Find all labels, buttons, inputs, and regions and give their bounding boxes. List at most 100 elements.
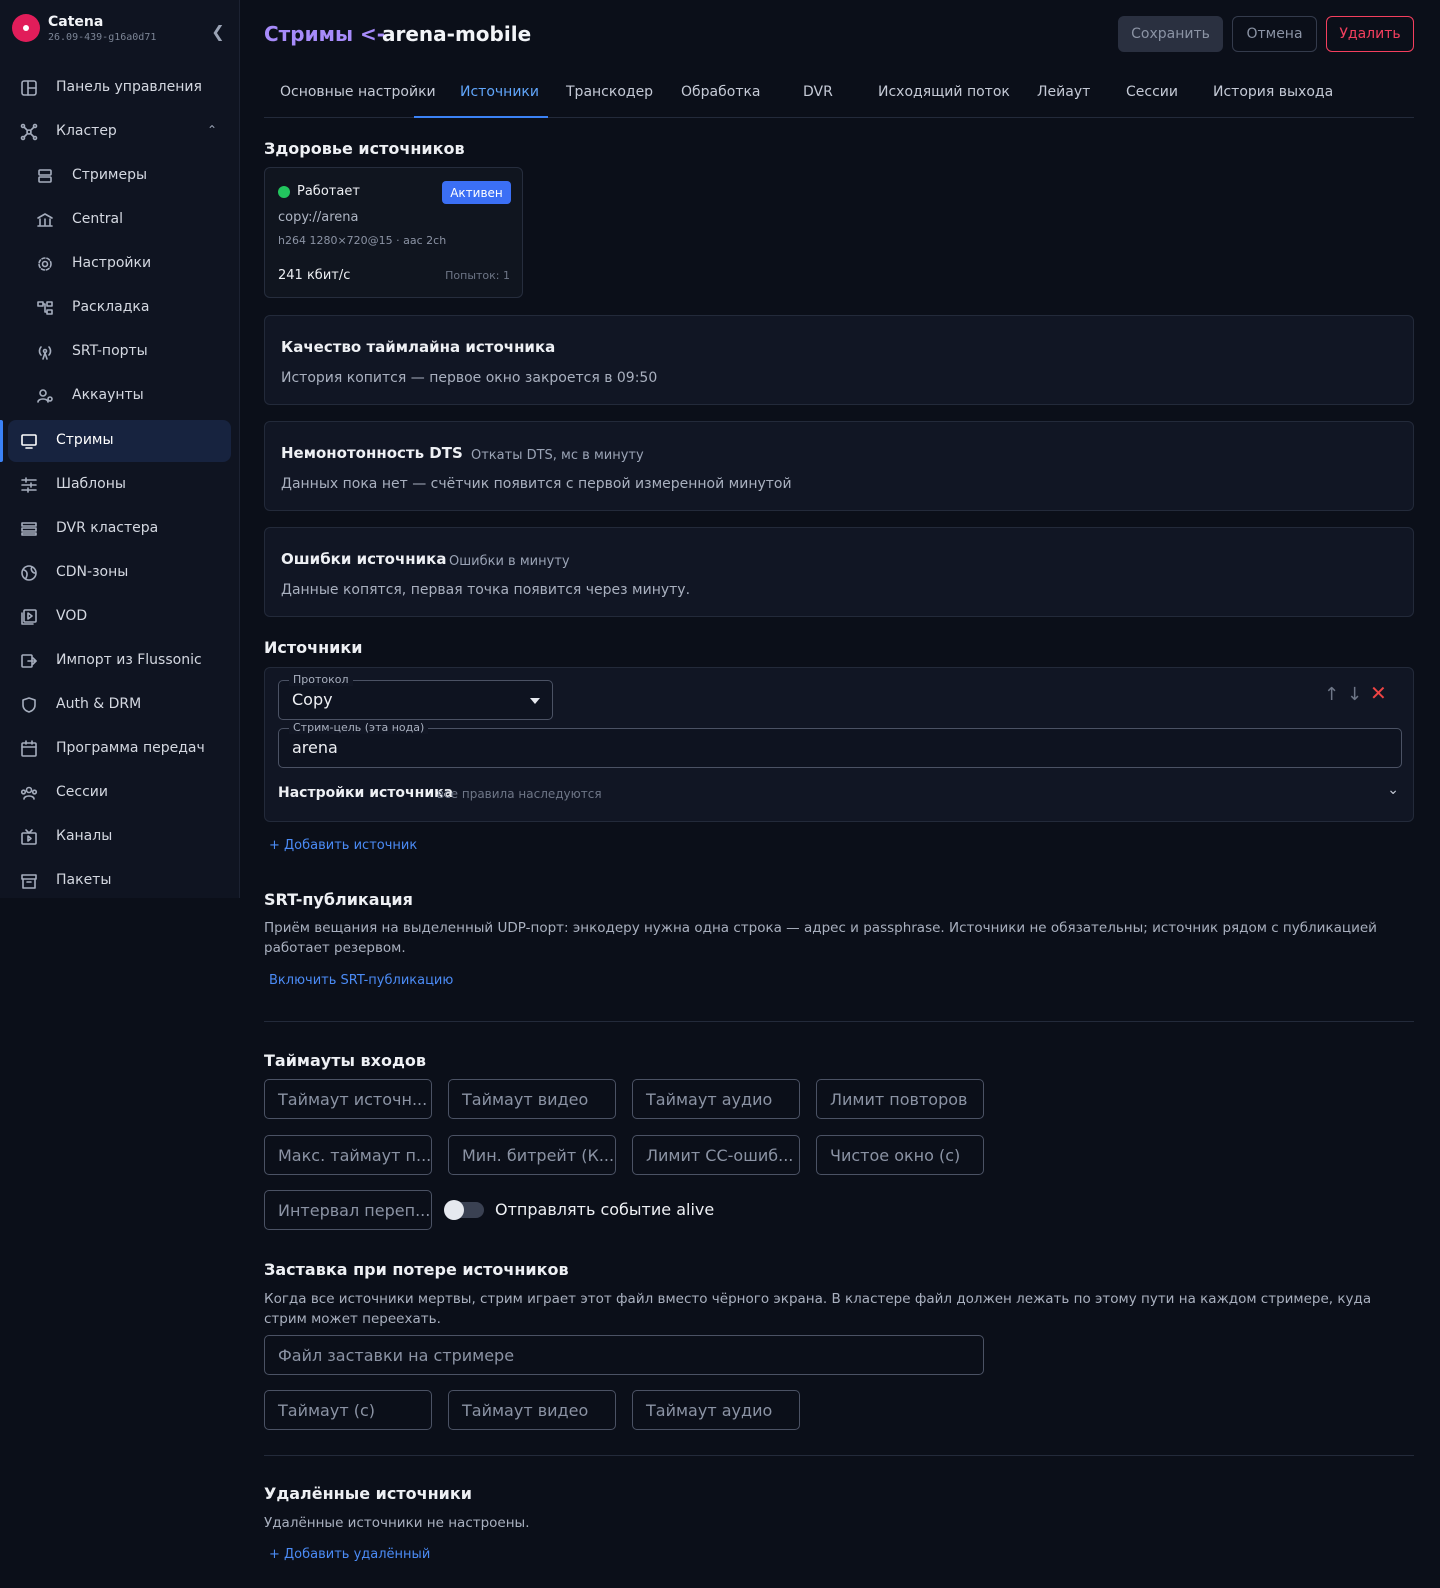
video-library-icon <box>20 608 38 626</box>
sidebar-item-flussonic-import[interactable]: Импорт из Flussonic <box>8 640 231 682</box>
sidebar-item-streams[interactable]: Стримы <box>8 420 231 462</box>
panel-title: Немонотонность DTS <box>281 444 463 462</box>
source-url: copy://arena <box>278 210 359 225</box>
sidebar-item-label: Сессии <box>56 784 108 800</box>
sidebar-item-cluster-dvr[interactable]: DVR кластера <box>8 508 231 550</box>
cancel-button[interactable]: Отмена <box>1232 16 1317 52</box>
globe-icon <box>20 564 38 582</box>
chevron-down-icon[interactable]: ⌄ <box>1387 782 1399 798</box>
tab-dvr[interactable]: DVR <box>803 84 833 118</box>
save-button[interactable]: Сохранить <box>1118 16 1223 52</box>
sidebar-item-cdn-zones[interactable]: CDN-зоны <box>8 552 231 594</box>
list-icon <box>20 520 38 538</box>
remote-sources-description: Удалённые источники не настроены. <box>264 1515 530 1531</box>
tab-general[interactable]: Основные настройки <box>280 84 436 118</box>
collapse-sidebar-icon[interactable]: ❮ <box>208 22 228 42</box>
sidebar-item-label: Auth & DRM <box>56 696 142 712</box>
target-stream-input[interactable]: Стрим-цель (эта нода) arena <box>278 721 1402 768</box>
tab-transcoder[interactable]: Транскодер <box>566 84 653 118</box>
sidebar-item-vod[interactable]: VOD <box>8 596 231 638</box>
sidebar-item-label: Стримы <box>56 432 114 448</box>
page-title: arena-mobile <box>382 22 532 46</box>
sidebar-item-label: Кластер <box>56 123 117 139</box>
dashboard-icon <box>20 79 38 97</box>
source-settings-toggle[interactable]: Настройки источника <box>278 785 453 801</box>
sidebar-item-layout[interactable]: Раскладка <box>8 287 231 329</box>
gear-icon <box>36 255 54 273</box>
status-dot <box>278 186 290 198</box>
shield-icon <box>20 696 38 714</box>
tab-layout[interactable]: Лейаут <box>1037 84 1090 118</box>
chevron-up-icon[interactable]: ⌃ <box>207 123 217 137</box>
add-remote-link[interactable]: + Добавить удалённый <box>269 1547 430 1562</box>
alive-event-toggle[interactable] <box>444 1200 484 1220</box>
alive-event-label: Отправлять событие alive <box>495 1200 715 1219</box>
user-gear-icon <box>36 387 54 405</box>
breadcrumb-streams[interactable]: Стримы <- <box>264 22 385 46</box>
sidebar-item-central[interactable]: Central <box>8 199 231 241</box>
health-title: Здоровье источников <box>264 139 465 158</box>
calendar-icon <box>20 740 38 758</box>
clean-window-input[interactable]: Чистое окно (с) <box>816 1135 984 1175</box>
sidebar-item-label: Каналы <box>56 828 113 844</box>
sidebar-item-epg[interactable]: Программа передач <box>8 728 231 770</box>
min-bitrate-input[interactable]: Мин. битрейт (К... <box>448 1135 616 1175</box>
archive-icon <box>20 872 38 890</box>
sidebar-item-sessions[interactable]: Сессии <box>8 772 231 814</box>
dts-panel: Немонотонность DTS Откаты DTS, мс в мину… <box>264 421 1414 511</box>
brand-logo <box>12 14 40 42</box>
sidebar-item-packages[interactable]: Пакеты <box>8 860 231 902</box>
protocol-select[interactable]: Протокол Copy <box>278 673 553 720</box>
status-badge: Активен <box>442 181 511 204</box>
add-source-link[interactable]: + Добавить источник <box>269 838 417 853</box>
tab-sessions[interactable]: Сессии <box>1126 84 1178 118</box>
cc-error-limit-input[interactable]: Лимит CC-ошиб... <box>632 1135 800 1175</box>
source-timeout-input[interactable]: Таймаут источн... <box>264 1079 432 1119</box>
arrow-up-icon[interactable]: ↑ <box>1324 684 1339 705</box>
brand-version: 26.09-439-g16a0d71 <box>48 32 157 43</box>
sidebar-item-accounts[interactable]: Аккаунты <box>8 375 231 417</box>
enable-srt-link[interactable]: Включить SRT-публикацию <box>269 973 453 988</box>
tab-sources[interactable]: Источники <box>460 84 539 118</box>
sidebar-item-srt-ports[interactable]: SRT-порты <box>8 331 231 373</box>
tab-output-history[interactable]: История выхода <box>1213 84 1333 118</box>
sidebar-item-streamers[interactable]: Стримеры <box>8 155 231 197</box>
arrow-down-icon[interactable]: ↓ <box>1347 684 1362 705</box>
splash-video-timeout-input[interactable]: Таймаут видео <box>448 1390 616 1430</box>
tab-processing[interactable]: Обработка <box>681 84 761 118</box>
delete-button[interactable]: Удалить <box>1326 16 1414 52</box>
splash-timeout-input[interactable]: Таймаут (с) <box>264 1390 432 1430</box>
sidebar-item-channels[interactable]: Каналы <box>8 816 231 858</box>
audio-timeout-input[interactable]: Таймаут аудио <box>632 1079 800 1119</box>
active-tab-indicator <box>414 116 548 118</box>
sources-title: Источники <box>264 638 363 657</box>
video-timeout-input[interactable]: Таймаут видео <box>448 1079 616 1119</box>
divider <box>264 1455 1414 1456</box>
monitor-icon <box>20 432 38 450</box>
close-icon[interactable]: ✕ <box>1370 681 1387 705</box>
brand[interactable]: Catena 26.09-439-g16a0d71 ❮ <box>12 14 228 46</box>
sliders-icon <box>20 476 38 494</box>
source-tries: Попыток: 1 <box>445 269 510 282</box>
sidebar-item-dashboard[interactable]: Панель управления <box>8 67 231 109</box>
sidebar-item-settings[interactable]: Настройки <box>8 243 231 285</box>
max-timeout-input[interactable]: Макс. таймаут п... <box>264 1135 432 1175</box>
reconnect-interval-input[interactable]: Интервал переп... <box>264 1190 432 1230</box>
panel-text: Данных пока нет — счётчик появится с пер… <box>281 476 792 492</box>
sidebar-item-templates[interactable]: Шаблоны <box>8 464 231 506</box>
splash-file-input[interactable]: Файл заставки на стримере <box>264 1335 984 1375</box>
brand-name: Catena <box>48 14 104 30</box>
users-icon <box>20 784 38 802</box>
sidebar: Catena 26.09-439-g16a0d71 ❮ Панель управ… <box>0 0 240 898</box>
divider <box>264 1021 1414 1022</box>
source-health-card: Работает Активен copy://arena h264 1280×… <box>264 167 523 298</box>
srt-title: SRT-публикация <box>264 890 413 909</box>
server-icon <box>36 167 54 185</box>
splash-audio-timeout-input[interactable]: Таймаут аудио <box>632 1390 800 1430</box>
target-label: Стрим-цель (эта нода) <box>289 721 429 734</box>
sidebar-item-auth-drm[interactable]: Auth & DRM <box>8 684 231 726</box>
tab-output[interactable]: Исходящий поток <box>878 84 1010 118</box>
retry-limit-input[interactable]: Лимит повторов <box>816 1079 984 1119</box>
sidebar-item-label: Настройки <box>72 255 152 271</box>
sidebar-item-cluster[interactable]: Кластер ⌃ <box>8 111 231 153</box>
